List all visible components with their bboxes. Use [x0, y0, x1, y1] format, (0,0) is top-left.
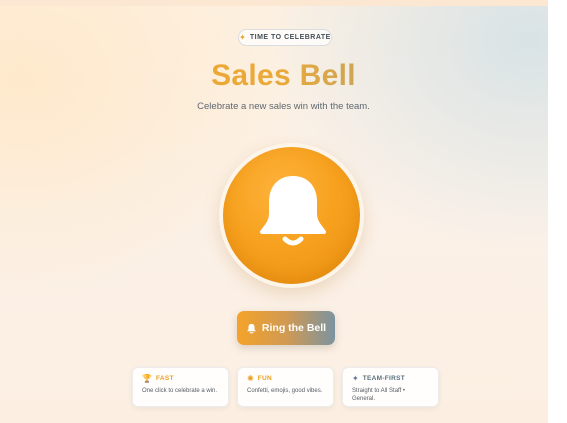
badge-text: TIME TO CELEBRATE	[249, 34, 331, 41]
bell-icon	[260, 176, 326, 246]
card-title: FAST	[155, 375, 174, 382]
feature-card-team-first: ✦ TEAM-FIRST Straight to All Staff • Gen…	[342, 367, 439, 407]
ring-button-label: Ring the Bell	[261, 322, 327, 334]
card-description: Confetti, emojis, good vibes.	[247, 388, 323, 394]
sparkle-icon: ✦	[352, 373, 359, 383]
celebrate-badge: ✦ TIME TO CELEBRATE	[238, 29, 332, 46]
card-title: FUN	[257, 375, 272, 382]
page-title: Sales Bell	[0, 56, 567, 96]
page-subtitle: Celebrate a new sales win with the team.	[197, 101, 370, 112]
feature-card-fun: ✺ FUN Confetti, emojis, good vibes.	[237, 367, 334, 407]
card-description: Straight to All Staff • General.	[352, 388, 406, 402]
confetti-icon: ✺	[247, 373, 254, 383]
trophy-icon: 🏆	[142, 373, 152, 383]
ring-the-bell-button[interactable]: Ring the Bell	[237, 311, 335, 345]
party-popper-icon: ✦	[239, 32, 246, 42]
card-title: TEAM-FIRST	[362, 375, 406, 382]
card-description: One click to celebrate a win.	[142, 388, 218, 394]
top-strip	[0, 0, 548, 6]
feature-card-fast: 🏆 FAST One click to celebrate a win.	[132, 367, 229, 407]
bell-icon	[247, 323, 256, 334]
